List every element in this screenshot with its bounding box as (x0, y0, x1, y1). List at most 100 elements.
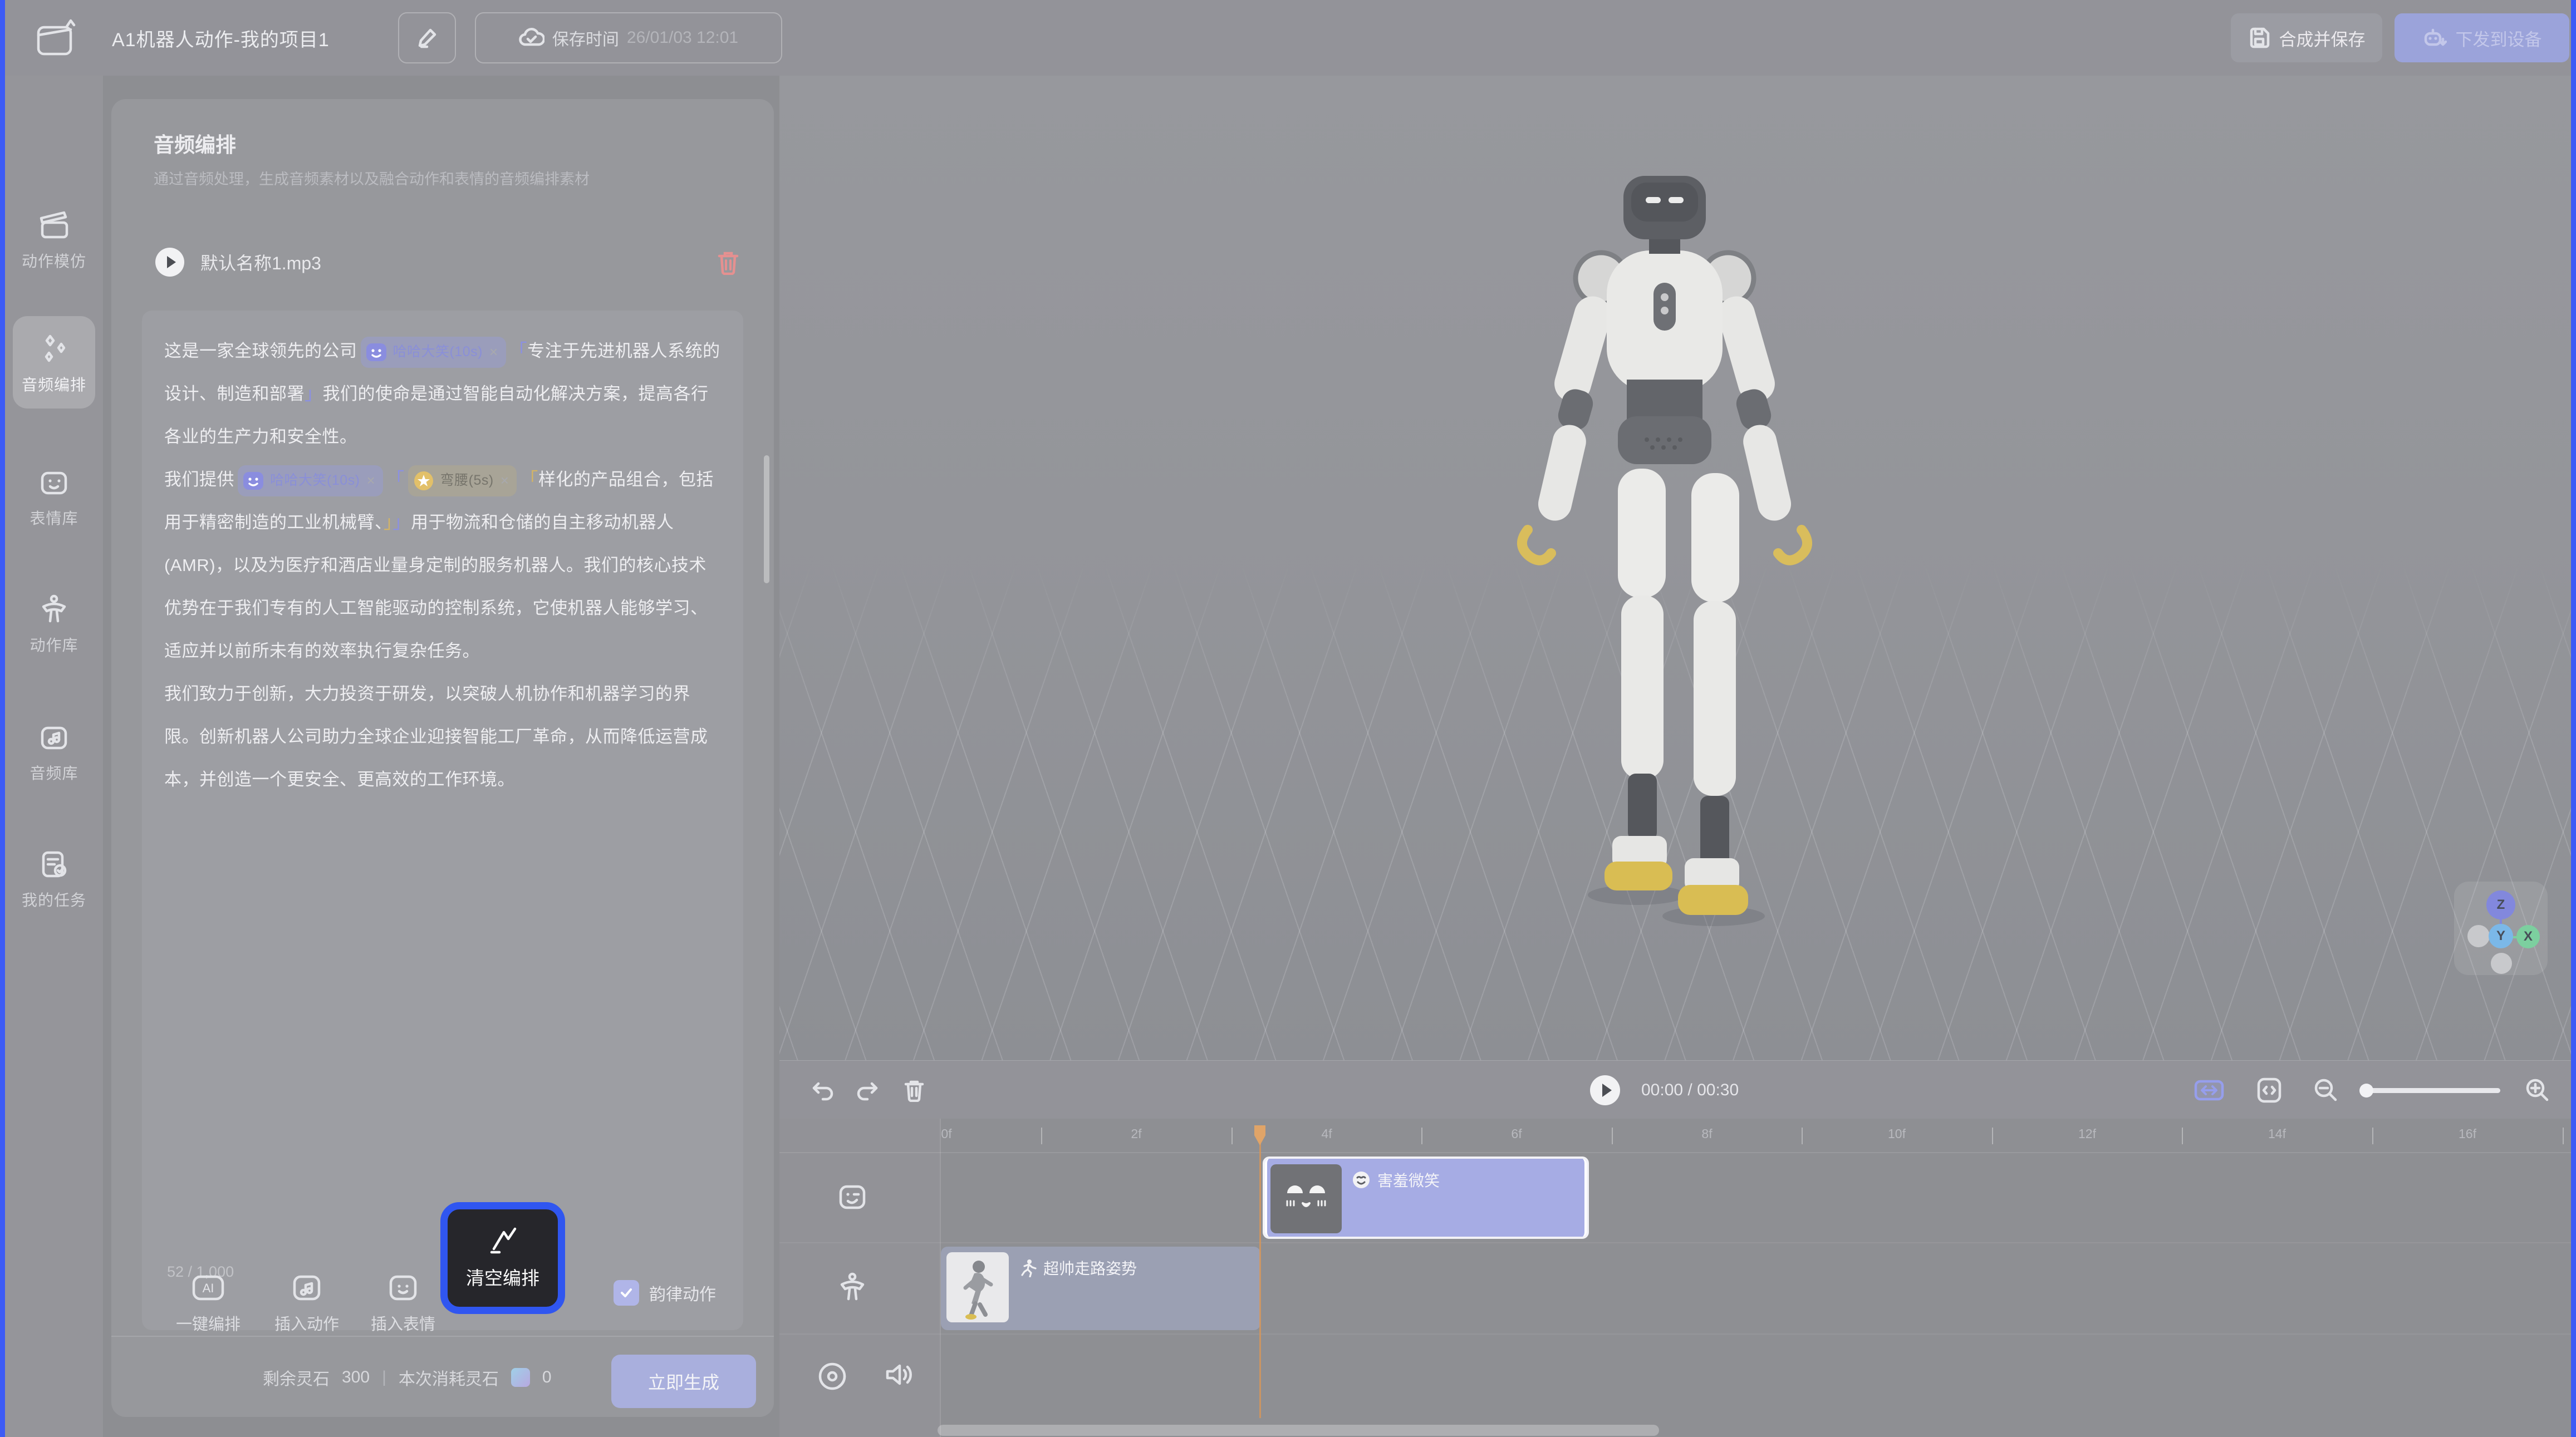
remove-tag-icon[interactable]: × (489, 331, 498, 373)
track-divider (779, 1333, 2571, 1335)
sidebar-item-motion-lib[interactable]: 动作库 (13, 592, 95, 656)
insert-emote-button[interactable]: 插入表情 (356, 1272, 450, 1335)
expression-tag[interactable]: 哈哈大笑(10s)× (238, 465, 383, 496)
timeline-area: 0f 2f 4f 6f 8f 10f 12f 14f 16f (779, 1119, 2571, 1437)
insert-motion-icon (259, 1272, 354, 1303)
rhythm-motion-option[interactable]: 韵律动作 (614, 1280, 716, 1306)
footer-divider: | (382, 1368, 386, 1387)
ruler-label: 6f (1511, 1126, 1522, 1141)
timeline-zoom-knob[interactable] (2359, 1084, 2373, 1098)
remove-tag-icon[interactable]: × (366, 459, 375, 502)
generate-now-button[interactable]: 立即生成 (611, 1355, 756, 1408)
sidebar-nav: 动作模仿 音频编排 表情库 动作库 (5, 76, 103, 1437)
spirit-stone-icon (511, 1368, 530, 1387)
rename-button[interactable] (398, 12, 456, 63)
remaining-value: 300 (342, 1368, 370, 1387)
audio-note-icon (13, 720, 95, 755)
sidebar-item-audio-arrange[interactable]: 音频编排 (13, 316, 95, 409)
play-audio-button[interactable] (154, 246, 186, 278)
script-segment: 我们致力于创新，大力投资于研发，以突破人机协作和机器学习的界限。创新机器人公司助… (164, 684, 708, 789)
insert-motion-button[interactable]: 插入动作 (259, 1272, 354, 1335)
deploy-label: 下发到设备 (2456, 26, 2542, 51)
action-clip[interactable]: 超帅走路姿势 (941, 1247, 1260, 1330)
person-icon (13, 592, 95, 627)
auto-snap-button[interactable] (2191, 1061, 2227, 1119)
timeline-scrollbar[interactable] (938, 1425, 1659, 1436)
axis-y-handle[interactable]: Y (2489, 924, 2513, 948)
action-tag[interactable]: 弯腰(5s)× (408, 465, 517, 496)
tag-label: 弯腰(5s) (440, 459, 494, 502)
run-person-icon (1019, 1258, 1037, 1277)
axis-neg-x-handle[interactable] (2467, 925, 2490, 947)
expression-face-icon (242, 470, 264, 492)
redo-button[interactable] (851, 1061, 884, 1119)
fit-range-button[interactable] (2251, 1061, 2287, 1119)
3d-viewport[interactable]: Z Y X (779, 76, 2571, 1060)
timeline-zoom-slider[interactable] (2363, 1088, 2500, 1093)
panel-subtitle: 通过音频处理，生成音频素材以及融合动作和表情的音频编排素材 (154, 167, 749, 189)
timeline-ruler[interactable]: 0f 2f 4f 6f 8f 10f 12f 14f 16f (779, 1119, 2571, 1153)
ruler-label: 4f (1321, 1126, 1332, 1141)
axis-y-label: Y (2496, 928, 2505, 944)
axis-neg-z-handle[interactable] (2491, 953, 2512, 974)
clear-arrange-button[interactable]: 清空编排 (440, 1202, 565, 1314)
clear-icon (487, 1227, 518, 1256)
time-display: 00:00 / 00:30 (1641, 1061, 1739, 1119)
tag-label: 哈哈大笑(10s) (393, 331, 483, 373)
action-bracket: 」 (384, 512, 393, 532)
sidebar-item-label: 动作库 (13, 633, 95, 656)
action-clip-label: 超帅走路姿势 (1043, 1257, 1137, 1279)
undo-button[interactable] (806, 1061, 840, 1119)
button-label: 插入动作 (259, 1311, 354, 1335)
action-bracket: 「 (520, 469, 538, 489)
zoom-in-button[interactable] (2521, 1061, 2554, 1119)
expression-clip[interactable]: 害羞微笑 (1263, 1157, 1589, 1239)
cloud-check-icon (519, 27, 544, 49)
top-bar: A1机器人动作-我的项目1 保存时间 26/01/03 12:01 合成并保存 (5, 0, 2571, 76)
expression-clip-thumbnail (1270, 1164, 1342, 1233)
rhythm-checkbox[interactable] (614, 1280, 639, 1306)
play-button[interactable] (1586, 1061, 1625, 1119)
audio-arrange-panel: 音频编排 通过音频处理，生成音频素材以及融合动作和表情的音频编排素材 默认名称1… (111, 99, 774, 1417)
sidebar-item-motion-mimic[interactable]: 动作模仿 (13, 208, 95, 272)
cost-value: 0 (542, 1368, 552, 1387)
sidebar-item-my-tasks[interactable]: 我的任务 (13, 847, 95, 911)
script-editor[interactable]: 这是一家全球领先的公司哈哈大笑(10s)×「专注于先进机器人系统的设计、制造和部… (142, 311, 743, 1330)
axis-z-handle[interactable]: Z (2486, 890, 2515, 919)
sidebar-item-label: 我的任务 (13, 888, 95, 911)
sidebar-item-expression-lib[interactable]: 表情库 (13, 465, 95, 529)
merge-save-button[interactable]: 合成并保存 (2231, 13, 2382, 62)
button-label: 插入表情 (356, 1311, 450, 1335)
ai-icon: AI (161, 1272, 256, 1303)
script-segment: 这是一家全球领先的公司 (164, 341, 357, 361)
expression-tag[interactable]: 哈哈大笑(10s)× (361, 337, 506, 368)
playhead-line[interactable] (1259, 1135, 1261, 1418)
robot-download-icon (2422, 27, 2447, 49)
volume-icon[interactable] (883, 1359, 916, 1390)
script-segment: 用于物流和仓储的自主移动机器人 (AMR)，以及为医疗和酒店业量身定制的服务机器… (164, 513, 708, 661)
playhead-handle[interactable] (1251, 1123, 1269, 1148)
deploy-button[interactable]: 下发到设备 (2395, 13, 2569, 62)
remove-tag-icon[interactable]: × (501, 459, 509, 502)
robot-face-icon (13, 465, 95, 500)
tag-label: 哈哈大笑(10s) (270, 459, 360, 502)
expression-bracket: 「 (386, 469, 405, 489)
one-click-arrange-button[interactable]: AI 一键编排 (161, 1272, 256, 1335)
zoom-out-button[interactable] (2309, 1061, 2343, 1119)
delete-audio-icon[interactable] (716, 249, 740, 275)
axis-gizmo[interactable]: Z Y X (2454, 882, 2548, 975)
delete-clip-button[interactable] (897, 1061, 931, 1119)
action-star-icon (413, 470, 435, 492)
ruler-label: 10f (1888, 1126, 1906, 1141)
script-text: 这是一家全球领先的公司哈哈大笑(10s)×「专注于先进机器人系统的设计、制造和部… (164, 329, 721, 801)
axis-z-label: Z (2497, 897, 2505, 913)
expression-track-icon (835, 1180, 870, 1214)
sidebar-item-audio-lib[interactable]: 音频库 (13, 720, 95, 784)
save-icon (2248, 27, 2270, 49)
editor-scrollbar[interactable] (764, 455, 769, 583)
generate-label: 立即生成 (648, 1369, 719, 1394)
axis-x-handle[interactable]: X (2516, 925, 2540, 948)
action-clip-thumbnail (946, 1252, 1009, 1322)
app-screen: A1机器人动作-我的项目1 保存时间 26/01/03 12:01 合成并保存 (0, 0, 2576, 1437)
humanoid-robot (1470, 161, 1859, 941)
